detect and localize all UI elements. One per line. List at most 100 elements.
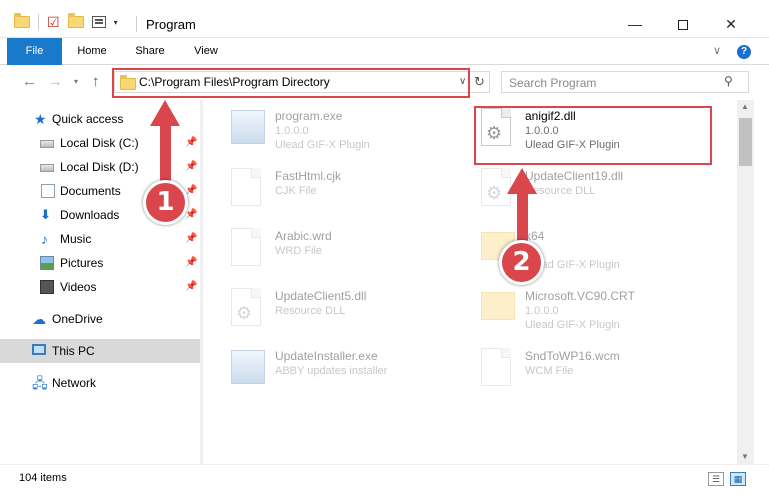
- sidebar-item-music[interactable]: ♪ Music 📌: [0, 227, 200, 251]
- new-folder-icon[interactable]: [67, 13, 84, 28]
- downloads-icon: ⬇: [40, 207, 51, 222]
- customize-toolbar-chevron-icon[interactable]: ▾: [114, 18, 118, 27]
- file-item-sndtowp16-wcm[interactable]: SndToWP16.wcm WCM File: [459, 340, 699, 396]
- pin-icon[interactable]: 📌: [185, 281, 197, 292]
- sidebar-item-label: OneDrive: [52, 312, 103, 326]
- arrow-up-icon: [507, 168, 537, 194]
- back-button[interactable]: ←: [22, 73, 37, 90]
- status-bar: 104 items ☰ ▦: [0, 464, 769, 502]
- file-icon: [231, 228, 261, 266]
- details-view-icon[interactable]: ☰: [708, 472, 724, 486]
- minimize-button[interactable]: —: [612, 10, 658, 38]
- folder-icon[interactable]: [14, 13, 30, 28]
- sidebar-item-onedrive[interactable]: ☁ OneDrive: [0, 307, 200, 331]
- file-detail: Ulead GIF-X Plugin: [525, 319, 620, 331]
- address-highlight-box: [112, 68, 470, 98]
- forward-button[interactable]: →: [48, 73, 63, 90]
- file-icon: [481, 348, 511, 386]
- search-icon[interactable]: ⚲: [724, 74, 733, 88]
- sidebar-item-label: Downloads: [60, 208, 120, 222]
- file-highlight-box: [474, 106, 712, 165]
- sidebar-item-label: Local Disk (C:): [60, 136, 139, 150]
- pin-icon[interactable]: 📌: [185, 209, 197, 220]
- sidebar-item-label: Network: [52, 376, 97, 390]
- gear-icon: ⚙: [236, 303, 253, 323]
- close-button[interactable]: ✕: [708, 10, 754, 38]
- pin-icon[interactable]: 📌: [185, 185, 197, 196]
- sidebar-item-label: Pictures: [60, 256, 104, 270]
- pictures-icon: [40, 256, 54, 270]
- quick-access-toolbar: ☑ ▾: [14, 13, 118, 30]
- exe-icon: [231, 350, 265, 384]
- sidebar-item-label: Music: [60, 232, 92, 246]
- recent-locations-chevron-icon[interactable]: ▾: [74, 77, 78, 86]
- up-button[interactable]: ↑: [92, 73, 100, 90]
- file-name: Arabic.wrd: [275, 229, 332, 243]
- arrow-up-icon: [150, 100, 180, 126]
- minimize-icon: —: [628, 16, 642, 32]
- search-box[interactable]: Search Program ⚲: [501, 71, 749, 93]
- music-icon: ♪: [41, 231, 48, 247]
- sidebar-item-network[interactable]: 🖧 Network: [0, 371, 200, 395]
- step-badge-2: 2: [499, 240, 544, 285]
- expand-ribbon-chevron-icon[interactable]: ∨: [713, 44, 721, 57]
- properties-icon[interactable]: [91, 16, 106, 28]
- properties-check-icon[interactable]: ☑: [47, 15, 60, 29]
- file-item-program-exe[interactable]: program.exe 1.0.0.0 Ulead GIF-X Plugin: [209, 100, 449, 156]
- tab-view[interactable]: View: [182, 38, 230, 65]
- this-pc-icon: [32, 344, 46, 355]
- dll-icon: ⚙: [231, 288, 261, 326]
- pin-icon[interactable]: 📌: [185, 257, 197, 268]
- arrow-shaft: [160, 124, 171, 188]
- file-item-arabic-wrd[interactable]: Arabic.wrd WRD File: [209, 220, 449, 276]
- videos-icon: [40, 280, 54, 294]
- folder-icon: [481, 292, 515, 320]
- file-detail: CJK File: [275, 185, 317, 197]
- sidebar-item-label: This PC: [52, 344, 95, 358]
- tab-file[interactable]: File: [7, 38, 62, 65]
- file-item-updateinstaller-exe[interactable]: UpdateInstaller.exe ABBY updates install…: [209, 340, 449, 396]
- file-item-updateclient5-dll[interactable]: ⚙ UpdateClient5.dll Resource DLL: [209, 280, 449, 336]
- exe-icon: [231, 110, 265, 144]
- file-item-microsoft-vc90-crt[interactable]: Microsoft.VC90.CRT 1.0.0.0 Ulead GIF-X P…: [459, 280, 699, 336]
- file-name: Microsoft.VC90.CRT: [525, 289, 635, 303]
- file-detail: WRD File: [275, 245, 323, 257]
- file-item-updateclient19-dll[interactable]: ⚙ UpdateClient19.dll Resource DLL: [459, 160, 699, 216]
- file-name: SndToWP16.wcm: [525, 349, 620, 363]
- file-detail: 1.0.0.0: [275, 125, 309, 137]
- title-bar: ☑ ▾ Program — ✕: [0, 0, 769, 38]
- documents-icon: [41, 184, 55, 198]
- file-detail: WCM File: [525, 365, 574, 377]
- pin-icon[interactable]: 📌: [185, 233, 197, 244]
- file-item-fasthtml-cjk[interactable]: FastHtml.cjk CJK File: [209, 160, 449, 216]
- maximize-button[interactable]: [660, 10, 706, 38]
- tab-share[interactable]: Share: [126, 38, 174, 65]
- scrollbar-thumb[interactable]: [739, 118, 752, 166]
- pin-icon[interactable]: 📌: [185, 161, 197, 172]
- maximize-icon: [678, 20, 688, 31]
- scroll-down-icon[interactable]: ▼: [741, 450, 749, 464]
- sidebar-item-videos[interactable]: Videos 📌: [0, 275, 200, 299]
- file-name: program.exe: [275, 109, 343, 123]
- help-icon[interactable]: ?: [737, 45, 751, 59]
- sidebar-item-label: Local Disk (D:): [60, 160, 139, 174]
- tab-home[interactable]: Home: [68, 38, 116, 65]
- refresh-button[interactable]: ↻: [469, 72, 489, 92]
- tiles-view-icon[interactable]: ▦: [730, 472, 746, 486]
- search-input[interactable]: Search Program: [509, 76, 596, 90]
- file-name: FastHtml.cjk: [275, 169, 341, 183]
- ribbon-tabs: File Home Share View ∨: [0, 38, 769, 65]
- sidebar-item-label: Quick access: [52, 112, 124, 126]
- file-name: UpdateClient19.dll: [525, 169, 624, 183]
- file-icon: [231, 168, 261, 206]
- vertical-scrollbar[interactable]: ▲ ▼: [737, 100, 754, 464]
- step-badge-1: 1: [143, 180, 188, 225]
- sidebar-item-pictures[interactable]: Pictures 📌: [0, 251, 200, 275]
- sidebar-item-this-pc[interactable]: This PC: [0, 339, 200, 363]
- scroll-up-icon[interactable]: ▲: [741, 102, 749, 111]
- pin-icon[interactable]: 📌: [185, 137, 197, 148]
- sidebar-item-label: Videos: [60, 280, 97, 294]
- network-icon: 🖧: [32, 375, 48, 391]
- file-item-x64[interactable]: x64 Ulead GIF-X Plugin: [459, 220, 699, 276]
- file-name: UpdateClient5.dll: [275, 289, 367, 303]
